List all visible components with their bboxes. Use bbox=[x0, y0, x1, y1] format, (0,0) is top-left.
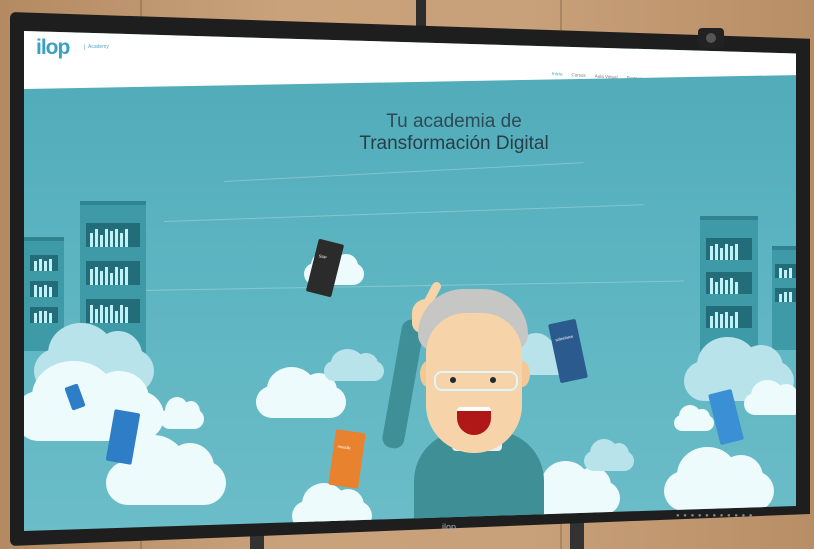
hero-title-line1: Tu academia de bbox=[386, 111, 522, 132]
nav-item-partners[interactable]: Partners bbox=[626, 75, 643, 81]
nav-item-contacto[interactable]: Contacto bbox=[713, 80, 731, 86]
stand-leg-right bbox=[570, 519, 584, 549]
cloud bbox=[664, 447, 774, 511]
nav-item-blog[interactable]: Blog bbox=[695, 79, 704, 85]
book-moodle: moodle bbox=[328, 429, 366, 489]
site-logo[interactable]: ilop bbox=[36, 36, 70, 60]
main-nav: Inicio Cursos Aula Virtual Partners Bols… bbox=[552, 71, 757, 88]
cloud bbox=[24, 361, 164, 441]
monitor-brand-logo: ilop bbox=[442, 522, 457, 532]
cloud bbox=[160, 397, 204, 429]
cloud bbox=[584, 439, 634, 471]
character-eye bbox=[490, 377, 496, 383]
logo-subtitle: Academy bbox=[84, 44, 109, 50]
professor-character bbox=[380, 271, 554, 531]
book-sap-label: SAP bbox=[318, 253, 328, 260]
nav-item-aula-virtual[interactable]: Aula Virtual bbox=[595, 73, 618, 79]
nav-item-cursos[interactable]: Cursos bbox=[571, 72, 586, 78]
bookshelf-far-right bbox=[772, 246, 796, 350]
book-moodle-label: moodle bbox=[337, 443, 352, 451]
monitor-control-buttons[interactable]: ● ● ● ● ● ● ● ● ● ● ● bbox=[676, 513, 754, 519]
webcam-icon bbox=[698, 28, 724, 48]
cloud bbox=[324, 349, 384, 381]
cloud bbox=[744, 379, 796, 415]
cloud bbox=[256, 366, 346, 418]
search-icon[interactable] bbox=[782, 83, 789, 89]
hero-title-line2: Transformación Digital bbox=[359, 133, 549, 154]
screen: ilop Academy Inicio Cursos Aula Virtual … bbox=[24, 31, 796, 531]
book-salesforce-label: salesforce bbox=[554, 333, 574, 343]
cloud bbox=[674, 405, 714, 431]
nav-item-bolsa-de-empleo[interactable]: Bolsa de empleo bbox=[652, 77, 686, 84]
character-glasses bbox=[434, 371, 518, 391]
character-eye bbox=[450, 377, 456, 383]
nav-item-acceder[interactable]: Acceder bbox=[740, 82, 757, 88]
cloud bbox=[106, 434, 226, 505]
nav-item-inicio[interactable]: Inicio bbox=[552, 71, 563, 77]
book-sap: SAP bbox=[305, 238, 345, 298]
